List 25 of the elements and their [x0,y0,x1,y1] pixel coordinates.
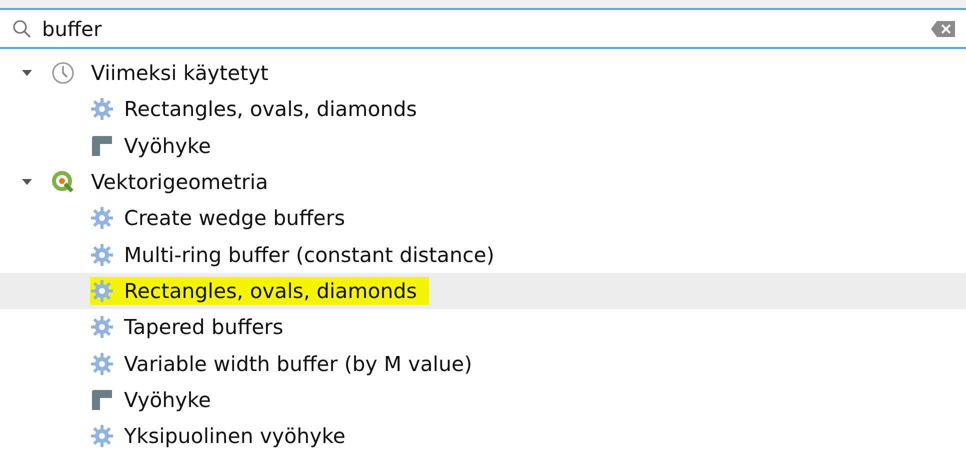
corner-icon [90,134,114,158]
tree-item[interactable]: Yksipuolinen vyöhyke [0,418,966,454]
search-icon [12,18,32,38]
logo-icon [51,170,75,194]
gear-icon [90,352,114,376]
tree-item[interactable]: Rectangles, ovals, diamonds [0,272,966,310]
clock-icon [51,61,75,86]
search-field[interactable]: buffer [42,16,920,40]
tree-item[interactable]: Vyöhyke [0,128,966,164]
gear-icon [90,242,114,267]
group-label[interactable]: Vektorigeometria [91,170,268,194]
tree-item[interactable]: Multi-ring buffer (constant distance) [0,236,966,273]
clear-icon[interactable] [930,20,956,38]
tree-item[interactable]: Variable width buffer (by M value) [0,345,966,382]
gear-icon [90,278,114,303]
tree-item[interactable]: Rectangles, ovals, diamonds [0,91,966,128]
corner-icon [90,388,114,412]
tree-item[interactable]: Tapered buffers [0,309,966,346]
tree-item[interactable]: Vyöhyke [0,382,966,418]
group-label[interactable]: Viimeksi käytetyt [91,61,268,86]
tree-item[interactable]: Create wedge buffers [0,200,966,236]
gear-icon [90,97,114,122]
gear-icon [90,206,114,230]
gear-icon [90,315,114,340]
gear-icon [90,424,114,448]
